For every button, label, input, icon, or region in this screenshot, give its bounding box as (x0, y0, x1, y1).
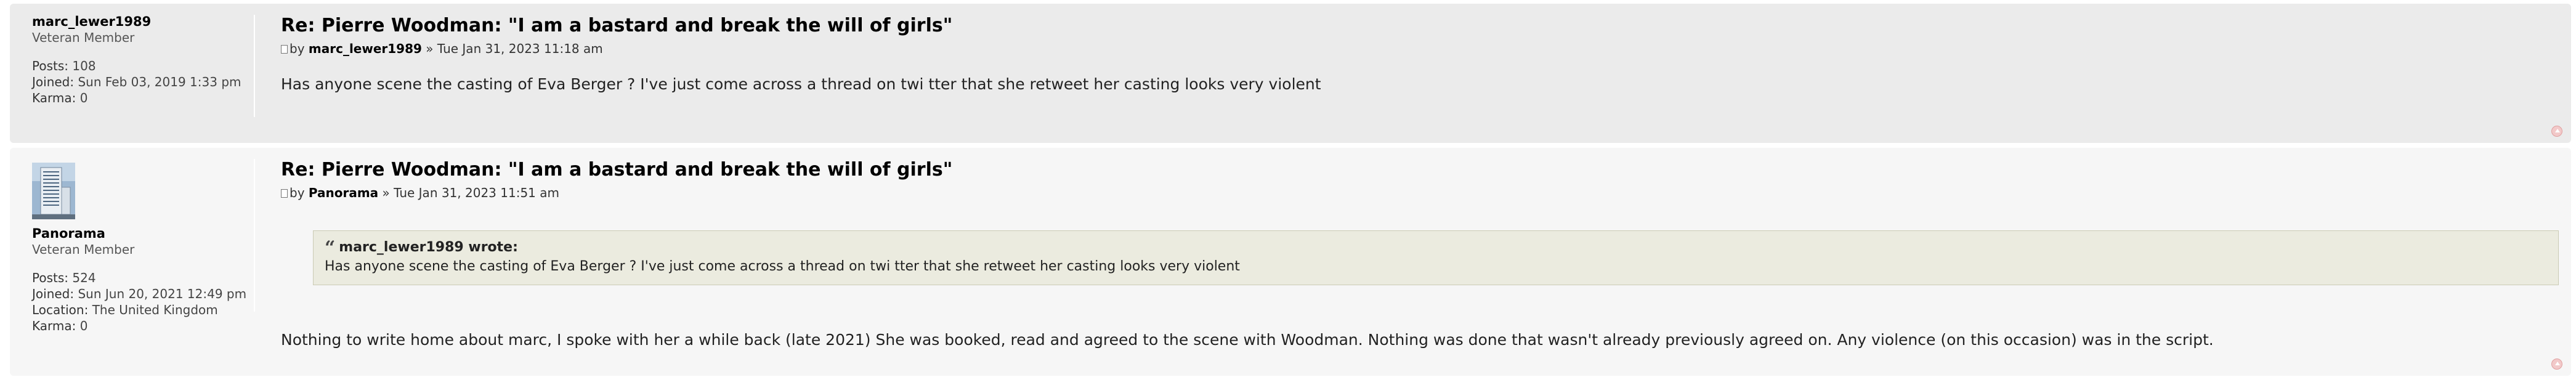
back-to-top-icon[interactable] (2551, 359, 2562, 370)
topic-posts: marc_lewer1989 Veteran Member Posts: 108… (10, 4, 2571, 376)
post-title[interactable]: Re: Pierre Woodman: "I am a bastard and … (281, 158, 2559, 182)
post-body: Re: Pierre Woodman: "I am a bastard and … (281, 158, 2559, 351)
post-author[interactable]: marc_lewer1989 (309, 41, 422, 56)
profile-joined: Joined: Sun Jun 20, 2021 12:49 pm (32, 286, 247, 301)
profile-divider (254, 159, 255, 312)
quote-text: Has anyone scene the casting of Eva Berg… (325, 259, 1240, 274)
quote-author[interactable]: marc_lewer1989 wrote: (339, 240, 518, 255)
post-date: » Tue Jan 31, 2023 11:51 am (382, 185, 559, 200)
profile-location: Location: The United Kingdom (32, 302, 218, 317)
document-icon[interactable] (281, 189, 288, 198)
quote-icon: “ (325, 237, 336, 259)
document-icon[interactable] (281, 45, 288, 54)
profile-posts: Posts: 108 (32, 59, 96, 73)
post-2: Panorama Veteran Member Posts: 524 Joine… (10, 148, 2571, 376)
post-content: Nothing to write home about marc, I spok… (281, 331, 2214, 349)
profile-rank: Veteran Member (32, 30, 135, 45)
profile-divider (254, 15, 255, 117)
post-1: marc_lewer1989 Veteran Member Posts: 108… (10, 4, 2571, 143)
post-meta: by Panorama » Tue Jan 31, 2023 11:51 am (281, 184, 2559, 202)
post-profile: marc_lewer1989 Veteran Member Posts: 108… (32, 14, 269, 106)
post-profile: Panorama Veteran Member Posts: 524 Joine… (32, 158, 269, 334)
profile-posts-count[interactable]: 524 (72, 270, 95, 285)
profile-joined: Joined: Sun Feb 03, 2019 1:33 pm (32, 75, 241, 89)
profile-username[interactable]: Panorama (32, 225, 269, 241)
post-title[interactable]: Re: Pierre Woodman: "I am a bastard and … (281, 14, 2559, 38)
profile-posts-count[interactable]: 108 (72, 59, 95, 73)
back-to-top-icon[interactable] (2551, 126, 2562, 137)
profile-rank: Veteran Member (32, 242, 135, 257)
avatar[interactable] (32, 163, 75, 219)
quote-block: “marc_lewer1989 wrote: Has anyone scene … (313, 230, 2559, 285)
profile-posts: Posts: 524 (32, 270, 96, 285)
post-date: » Tue Jan 31, 2023 11:18 am (426, 41, 603, 56)
post-content: Has anyone scene the casting of Eva Berg… (281, 75, 1321, 93)
profile-karma: Karma: 0 (32, 91, 88, 105)
post-author[interactable]: Panorama (309, 185, 378, 200)
quote-header: “marc_lewer1989 wrote: (325, 238, 2547, 257)
profile-username[interactable]: marc_lewer1989 (32, 14, 269, 30)
post-meta: by marc_lewer1989 » Tue Jan 31, 2023 11:… (281, 39, 2559, 58)
profile-karma: Karma: 0 (32, 318, 88, 333)
post-body: Re: Pierre Woodman: "I am a bastard and … (281, 14, 2559, 95)
